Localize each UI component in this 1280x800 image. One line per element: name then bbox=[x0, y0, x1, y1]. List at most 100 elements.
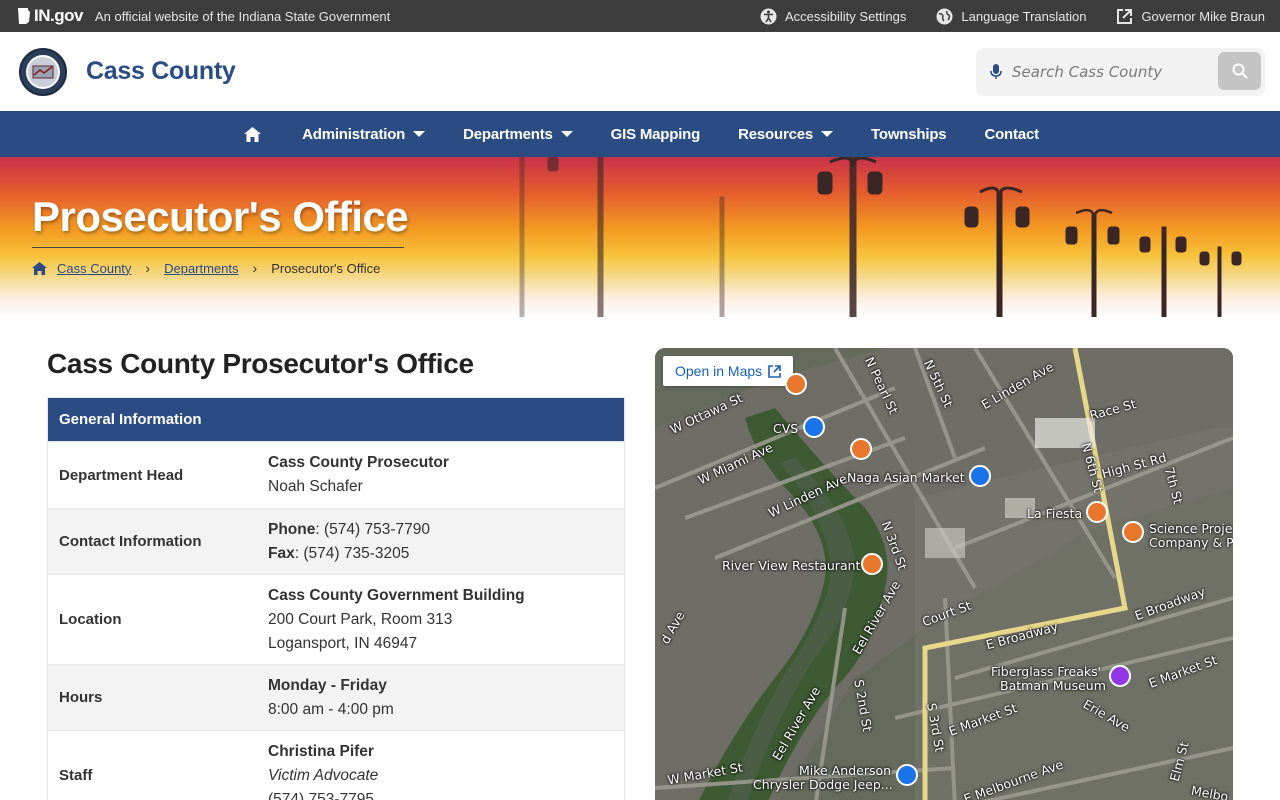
restaurant-pin-icon[interactable] bbox=[850, 438, 872, 460]
map-poi-label: Batman Museum bbox=[1000, 678, 1106, 693]
chevron-down-icon bbox=[413, 131, 426, 137]
main-navigation: Administration Departments GIS Mapping R… bbox=[0, 111, 1280, 157]
location-city: Logansport, IN 46947 bbox=[268, 634, 418, 652]
general-info-table: General Information Department Head Cass… bbox=[47, 397, 625, 800]
shop-pin-icon[interactable] bbox=[803, 416, 825, 438]
department-head-name: Noah Schafer bbox=[268, 478, 363, 495]
nav-home[interactable] bbox=[222, 111, 283, 157]
map-poi-label: Naga Asian Market bbox=[847, 470, 965, 485]
breadcrumb-cass-county[interactable]: Cass County bbox=[57, 261, 131, 276]
governor-link[interactable]: Governor Mike Braun bbox=[1116, 8, 1265, 25]
nav-gis-mapping[interactable]: GIS Mapping bbox=[592, 111, 719, 157]
staff-name: Christina Pifer bbox=[268, 742, 374, 760]
nav-townships-label: Townships bbox=[871, 125, 947, 143]
shop-pin-icon[interactable] bbox=[969, 465, 991, 487]
accessibility-icon bbox=[760, 8, 777, 24]
breadcrumb-departments[interactable]: Departments bbox=[164, 261, 238, 276]
fax-label: Fax bbox=[268, 544, 295, 562]
department-head-title: Cass County Prosecutor bbox=[268, 454, 449, 471]
row-label: Staff bbox=[59, 767, 93, 784]
county-seal-logo[interactable] bbox=[19, 47, 67, 96]
nav-contact[interactable]: Contact bbox=[965, 111, 1057, 157]
row-label: Location bbox=[59, 611, 122, 628]
open-in-maps-button[interactable]: Open in Maps bbox=[663, 356, 794, 386]
hours-days: Monday - Friday bbox=[268, 676, 387, 694]
map-poi-label: Fiberglass Freaks' bbox=[991, 664, 1102, 679]
nav-resources[interactable]: Resources bbox=[719, 111, 852, 157]
official-website-text: An official website of the Indiana State… bbox=[94, 8, 391, 24]
table-row: Hours Monday - Friday 8:00 am - 4:00 pm bbox=[48, 664, 624, 730]
home-icon[interactable] bbox=[32, 261, 47, 275]
nav-gis-mapping-label: GIS Mapping bbox=[610, 125, 701, 143]
site-title[interactable]: Cass County bbox=[86, 57, 236, 86]
ingov-logo-text: IN.gov bbox=[34, 6, 83, 25]
location-street: 200 Court Park, Room 313 bbox=[268, 610, 453, 628]
page-banner: Prosecutor's Office Cass County › Depart… bbox=[0, 157, 1280, 317]
row-label: Department Head bbox=[59, 466, 184, 484]
row-value: Cass County Prosecutor Noah Schafer bbox=[268, 441, 449, 509]
indiana-state-icon bbox=[18, 8, 30, 24]
language-translation-link[interactable]: Language Translation bbox=[936, 8, 1086, 25]
fax-number: : (574) 735-3205 bbox=[294, 544, 410, 562]
page-title: Prosecutor's Office bbox=[32, 193, 409, 240]
search-button[interactable] bbox=[1218, 52, 1261, 90]
map-poi-label: River View Restaurant bbox=[722, 558, 861, 573]
restaurant-pin-icon[interactable] bbox=[1086, 501, 1108, 523]
search-input[interactable] bbox=[1012, 63, 1192, 81]
location-map[interactable]: Open in Maps W Ottawa St CVS W Miami Ave… bbox=[655, 348, 1233, 800]
row-value: Cass County Government Building 200 Cour… bbox=[268, 574, 525, 666]
map-poi-label: La Fiesta bbox=[1027, 506, 1083, 521]
fax-line: Fax: (574) 735-3205 bbox=[268, 542, 430, 566]
museum-pin-icon[interactable] bbox=[1109, 665, 1131, 687]
external-link-icon bbox=[1117, 8, 1133, 24]
seal-emblem-icon bbox=[26, 54, 60, 89]
table-header: General Information bbox=[48, 398, 624, 441]
map-poi-label: Company & P bbox=[1149, 535, 1233, 550]
chevron-down-icon bbox=[560, 131, 573, 137]
row-label: Contact Information bbox=[59, 533, 202, 550]
table-row: Department Head Cass County Prosecutor N… bbox=[48, 441, 624, 508]
microphone-icon[interactable] bbox=[990, 64, 1002, 80]
restaurant-pin-icon[interactable] bbox=[785, 373, 807, 395]
open-in-maps-label: Open in Maps bbox=[675, 363, 763, 379]
shop-pin-icon[interactable] bbox=[896, 764, 918, 786]
governor-label: Governor Mike Braun bbox=[1141, 8, 1265, 24]
phone-number: : (574) 753-7790 bbox=[315, 520, 430, 538]
nav-townships[interactable]: Townships bbox=[852, 111, 965, 157]
nav-departments-label: Departments bbox=[463, 125, 553, 143]
state-top-bar: IN.gov An official website of the Indian… bbox=[0, 0, 1280, 32]
external-link-icon bbox=[768, 364, 781, 378]
nav-administration[interactable]: Administration bbox=[283, 111, 444, 157]
site-header: Cass County bbox=[0, 32, 1280, 111]
nav-contact-label: Contact bbox=[984, 125, 1039, 143]
map-poi-label: Science Proje bbox=[1149, 521, 1233, 536]
nav-resources-label: Resources bbox=[738, 125, 814, 143]
search-box bbox=[976, 48, 1265, 96]
table-row: Contact Information Phone: (574) 753-779… bbox=[48, 508, 624, 574]
table-row: Staff Christina Pifer Victim Advocate (5… bbox=[48, 730, 624, 800]
hours-time: 8:00 am - 4:00 pm bbox=[268, 700, 394, 718]
staff-role: Victim Advocate bbox=[268, 766, 379, 784]
accessibility-settings-link[interactable]: Accessibility Settings bbox=[760, 8, 906, 25]
breadcrumb: Cass County › Departments › Prosecutor's… bbox=[32, 260, 380, 276]
breadcrumb-current: Prosecutor's Office bbox=[271, 260, 381, 276]
accessibility-settings-label: Accessibility Settings bbox=[785, 8, 907, 24]
ingov-logo[interactable]: IN.gov bbox=[16, 6, 83, 26]
title-divider bbox=[32, 247, 404, 248]
row-value: Christina Pifer Victim Advocate (574) 75… bbox=[268, 730, 378, 800]
content-heading: Cass County Prosecutor's Office bbox=[47, 348, 474, 379]
location-building: Cass County Government Building bbox=[268, 586, 525, 604]
home-icon bbox=[244, 126, 262, 142]
nav-departments[interactable]: Departments bbox=[444, 111, 592, 157]
table-row: Location Cass County Government Building… bbox=[48, 574, 624, 664]
row-label: Hours bbox=[59, 689, 103, 706]
row-value: Phone: (574) 753-7790 Fax: (574) 735-320… bbox=[268, 508, 430, 576]
map-poi-label: Mike Anderson bbox=[799, 763, 892, 778]
phone-line[interactable]: Phone: (574) 753-7790 bbox=[268, 518, 430, 542]
search-icon bbox=[1232, 63, 1248, 79]
restaurant-pin-icon[interactable] bbox=[861, 553, 883, 575]
staff-phone[interactable]: (574) 753-7795 bbox=[268, 788, 378, 800]
globe-icon bbox=[936, 8, 953, 24]
restaurant-pin-icon[interactable] bbox=[1122, 521, 1144, 543]
nav-administration-label: Administration bbox=[302, 125, 406, 143]
